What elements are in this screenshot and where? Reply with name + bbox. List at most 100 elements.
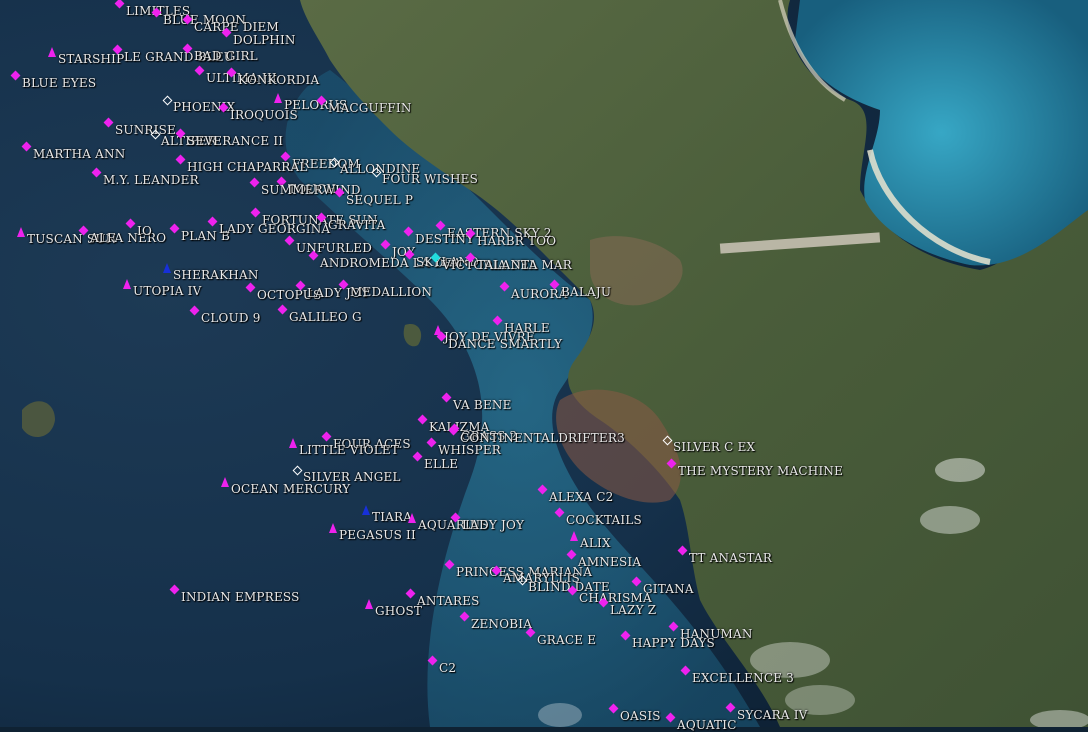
moving-vessel-icon [48, 47, 56, 57]
vessel-icon [250, 207, 261, 218]
vessel-name-label: TALANTA [477, 258, 538, 272]
vessel-icon [441, 392, 452, 403]
vessel-icon [427, 655, 438, 666]
vessel-name-label: BAD GIRL [194, 49, 258, 63]
vessel-name-label: HIGH CHAPARRAL [187, 160, 308, 174]
tracked-vessel-icon [362, 505, 370, 515]
vessel-name-label: ALEXA C2 [549, 490, 614, 504]
vessel-name-label: VA BENE [453, 398, 512, 412]
vessel-name-label: UTOPIA IV [133, 284, 202, 298]
vessel-icon [91, 167, 102, 178]
vessel-name-label: KONKORDIA [238, 73, 320, 87]
vessel-icon [666, 458, 677, 469]
vessel-icon [245, 282, 256, 293]
vessel-icon [284, 235, 295, 246]
vessel-name-label: FOUR WISHES [382, 172, 479, 186]
moving-vessel-icon [329, 523, 337, 533]
moving-vessel-icon [365, 599, 373, 609]
vessel-name-label: DANCE SMARTLY [448, 337, 563, 351]
vessel-name-label: ALFA NERO [90, 231, 167, 245]
vessel-name-label: GRAVITA [328, 218, 386, 232]
moving-vessel-icon [570, 531, 578, 541]
vessel-name-label: THE MYSTERY MACHINE [678, 464, 844, 478]
vessel-name-label: C2 [439, 661, 457, 675]
vessel-name-label: WHISPER [438, 443, 502, 457]
vessel-name-label: M.Y. LEANDER [103, 173, 199, 187]
vessel-icon [380, 239, 391, 250]
vessel-name-label: MACGUFFIN [328, 101, 412, 115]
vessel-icon [175, 154, 186, 165]
vessel-icon [189, 305, 200, 316]
vessel-icon [277, 304, 288, 315]
vessel-name-label: SILVER C EX [673, 440, 756, 454]
vessel-name-label: SEVERANCE II [187, 134, 284, 148]
vessel-icon [665, 712, 676, 723]
moving-vessel-icon [221, 477, 229, 487]
vessel-name-label: AURORA [511, 287, 568, 301]
vessel-icon [631, 576, 642, 587]
vessel-icon [125, 218, 136, 229]
vessel-icon [554, 507, 565, 518]
vessel-icon [492, 315, 503, 326]
moving-vessel-icon [123, 279, 131, 289]
vessel-icon [435, 220, 446, 231]
vessel-icon [680, 665, 691, 676]
vessel-name-label: HAPPY DAYS [632, 636, 715, 650]
vessel-name-label: INDIAN EMPRESS [181, 590, 300, 604]
vessel-icon [566, 549, 577, 560]
vessel-icon [608, 703, 619, 714]
vessel-icon [103, 117, 114, 128]
vessel-icon [207, 216, 218, 227]
vessel-name-label: HARBR TOO [477, 234, 557, 248]
vessel-name-label: STARSHIP [58, 52, 125, 66]
vessel-icon [725, 702, 736, 713]
vessel-icon [21, 141, 32, 152]
vessel-icon [405, 588, 416, 599]
vessel-icon [169, 584, 180, 595]
vessel-name-label: IO [137, 224, 152, 238]
vessel-icon [169, 223, 180, 234]
vessel-icon [426, 437, 437, 448]
vessel-icon [499, 281, 510, 292]
vessel-icon [321, 431, 332, 442]
vessel-name-label: LADY GEORGINA [219, 222, 331, 236]
vessel-name-label: CLOUD 9 [201, 311, 261, 325]
vessel-name-label: ALIX [580, 536, 611, 550]
vessel-name-label: EXCELLENCE 3 [692, 671, 795, 685]
moving-vessel-icon [274, 93, 282, 103]
vessel-icon [249, 177, 260, 188]
vessel-icon [417, 414, 428, 425]
vessel-icon [525, 627, 536, 638]
vessel-name-label: DOLPHIN [233, 33, 296, 47]
vessel-icon [194, 65, 205, 76]
vessel-name-label: UNFURLED [296, 241, 373, 255]
vessel-name-label: ELLE [424, 457, 459, 471]
vessel-name-label: ZENOBIA [471, 617, 533, 631]
vessel-icon [620, 630, 631, 641]
vessel-name-label: LITTLE VIOLET [299, 443, 400, 457]
vessel-name-label: AQUATIC [677, 718, 737, 732]
vessel-icon [10, 70, 21, 81]
vessel-icon [459, 611, 470, 622]
vessel-name-label: LADY JOY [462, 518, 525, 532]
vessel-icon [537, 484, 548, 495]
vessel-name-label: SYCARA IV [737, 708, 808, 722]
vessel-name-label: BALAJU [561, 285, 612, 299]
vessel-icon [668, 621, 679, 632]
vessel-name-label: MARTHA ANN [33, 147, 126, 161]
vessel-icon [114, 0, 125, 9]
vessel-icon [677, 545, 688, 556]
moving-vessel-icon [289, 438, 297, 448]
vessel-name-label: OASIS [620, 709, 661, 723]
vessel-name-label: MEDALLION [350, 285, 433, 299]
vessel-name-label: BLUE EYES [22, 76, 97, 90]
vessel-name-label: TT ANASTAR [689, 551, 773, 565]
vessel-name-label: ANTARES [417, 594, 480, 608]
vessel-name-label: PEGASUS II [339, 528, 416, 542]
anchored-vessel-icon [662, 435, 673, 446]
vessel-name-label: CARPE DIEM [194, 20, 279, 34]
vessel-name-label: GRACE E [537, 633, 597, 647]
vessel-icon [412, 451, 423, 462]
vessel-name-label: TIARA [372, 510, 413, 524]
vessel-icon [444, 559, 455, 570]
